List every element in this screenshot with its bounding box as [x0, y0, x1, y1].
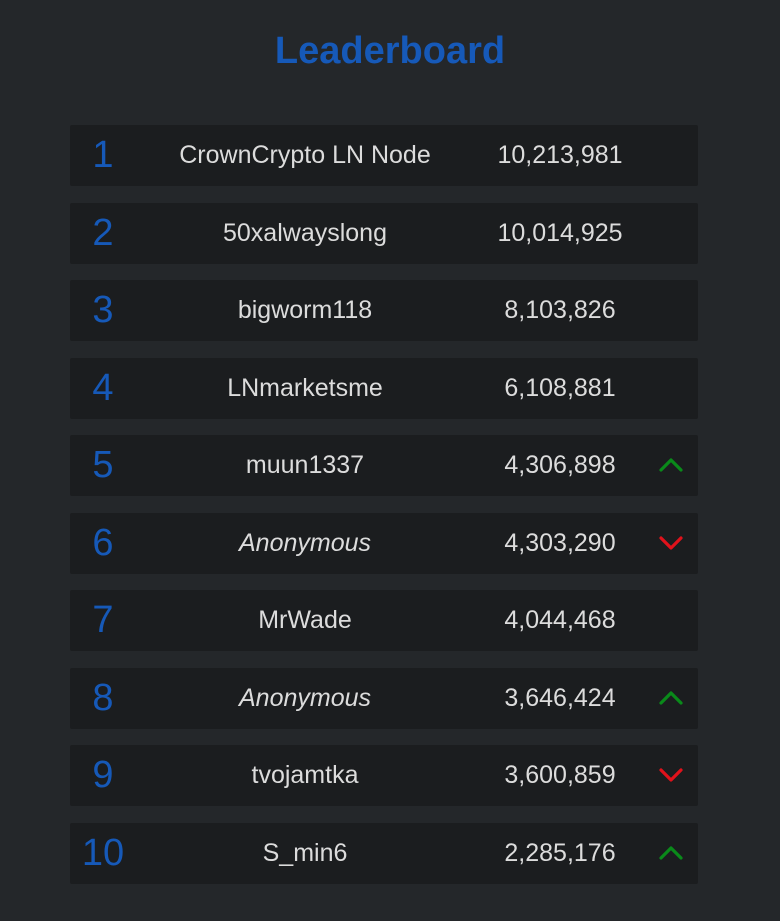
player-score: 3,600,859	[504, 761, 616, 790]
rank-number: 10	[81, 831, 125, 874]
page-title: Leaderboard	[274, 30, 506, 72]
player-name: S_min6	[262, 838, 348, 867]
player-name: 50xalwayslong	[223, 218, 387, 247]
player-score: 4,044,468	[504, 606, 616, 635]
leaderboard-row: 6 Anonymous 4,303,290	[70, 512, 698, 574]
rank-number: 6	[92, 521, 114, 564]
player-score: 10,014,925	[497, 218, 623, 247]
leaderboard-row: 9 tvojamtka 3,600,859	[70, 745, 698, 807]
rank-number: 2	[92, 211, 114, 254]
player-score: 8,103,826	[504, 296, 616, 325]
leaderboard-row: 5 muun1337 4,306,898	[70, 435, 698, 497]
chevron-up-icon	[658, 454, 684, 476]
leaderboard-list: 1 CrownCrypto LN Node 10,213,981 2 50xalways…	[70, 125, 698, 900]
player-score: 3,646,424	[504, 683, 616, 712]
player-score: 2,285,176	[504, 838, 616, 867]
player-score: 4,306,898	[504, 451, 616, 480]
player-name: bigworm118	[237, 296, 373, 325]
rank-number: 4	[92, 366, 114, 409]
player-name: LNmarketsme	[227, 373, 383, 402]
chevron-down-icon	[658, 532, 684, 554]
rank-number: 1	[92, 134, 114, 176]
rank-number: 3	[92, 289, 114, 332]
leaderboard-row: 2 50xalwayslong 10,014,925	[70, 202, 698, 264]
leaderboard-row: 10 S_min6 2,285,176	[70, 822, 698, 884]
player-name: muun1337	[245, 451, 365, 480]
player-name: Anonymous	[238, 683, 372, 712]
rank-number: 5	[92, 444, 114, 487]
player-score: 10,213,981	[497, 141, 623, 169]
player-score: 6,108,881	[504, 373, 616, 402]
leaderboard-row: 4 LNmarketsme 6,108,881	[70, 357, 698, 419]
leaderboard-row: 7 MrWade 4,044,468	[70, 590, 698, 652]
rank-number: 7	[92, 599, 114, 642]
player-name: CrownCrypto LN Node	[179, 141, 431, 169]
player-name: MrWade	[258, 606, 352, 635]
player-name: Anonymous	[238, 528, 372, 557]
chevron-down-icon	[658, 764, 684, 786]
chevron-up-icon	[658, 687, 684, 709]
rank-number: 8	[92, 676, 114, 719]
leaderboard-row: 8 Anonymous 3,646,424	[70, 667, 698, 729]
rank-number: 9	[92, 754, 114, 797]
player-score: 4,303,290	[504, 528, 616, 557]
leaderboard-row: 3 bigworm118 8,103,826	[70, 280, 698, 342]
player-name: tvojamtka	[251, 761, 359, 790]
leaderboard-row: 1 CrownCrypto LN Node 10,213,981	[70, 125, 698, 186]
chevron-up-icon	[658, 842, 684, 864]
